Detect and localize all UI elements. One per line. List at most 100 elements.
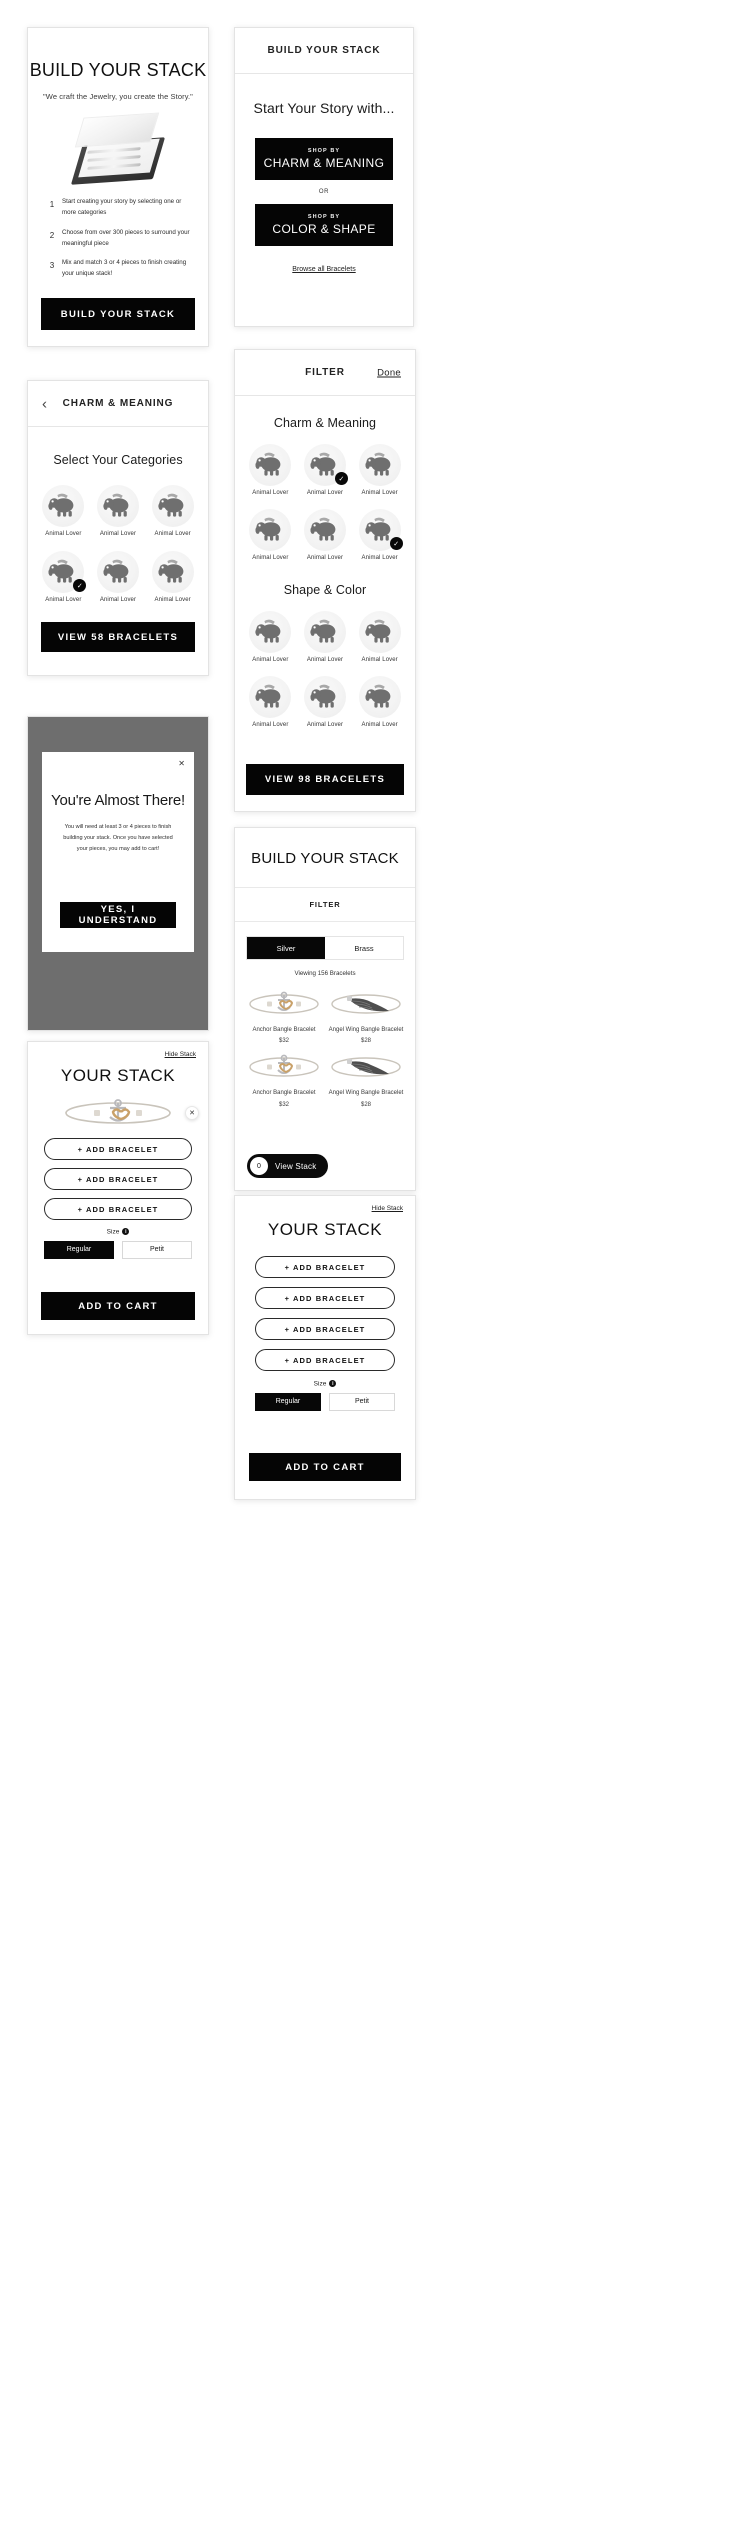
add-bracelet-button[interactable]: + ADD BRACELET xyxy=(255,1349,395,1371)
product-card[interactable]: Angel Wing Bangle Bracelet $28 xyxy=(325,1050,407,1108)
info-icon[interactable]: i xyxy=(329,1380,337,1387)
size-option-regular[interactable]: Regular xyxy=(255,1392,321,1411)
screen-modal-overlay: ✕ You're Almost There! You will need at … xyxy=(27,716,209,1031)
step-item: 1 Start creating your story by selecting… xyxy=(42,197,190,219)
anchor-bangle-image xyxy=(243,987,325,1021)
filter-item[interactable]: Animal Lover xyxy=(298,509,353,561)
size-selector: Regular Petit xyxy=(44,1240,192,1259)
elephant-charm-icon xyxy=(42,485,85,527)
screen-product-list: BUILD YOUR STACK FILTER Silver Brass Vie… xyxy=(234,827,416,1191)
yes-i-understand-button[interactable]: YES, I UNDERSTAND xyxy=(60,902,176,928)
category-item[interactable]: ✓ Animal Lover xyxy=(36,551,91,603)
filter-item[interactable]: Animal Lover xyxy=(243,444,298,496)
remove-bracelet-button[interactable]: ✕ xyxy=(185,1106,199,1120)
add-to-cart-button[interactable]: ADD TO CART xyxy=(249,1453,401,1481)
elephant-charm-icon: ✓ xyxy=(358,509,403,551)
header-title: FILTER xyxy=(305,367,345,378)
view-stack-button[interactable]: 0 View Stack xyxy=(247,1154,329,1178)
shop-by-color-label: COLOR & SHAPE xyxy=(272,222,376,236)
elephant-charm-icon xyxy=(249,444,292,486)
shop-by-color-button[interactable]: SHOP BY COLOR & SHAPE xyxy=(255,204,393,246)
info-icon[interactable]: i xyxy=(122,1228,130,1235)
category-item[interactable]: Animal Lover xyxy=(36,485,91,537)
add-bracelet-button[interactable]: + ADD BRACELET xyxy=(44,1138,192,1160)
add-bracelet-list: + ADD BRACELET + ADD BRACELET + ADD BRAC… xyxy=(255,1256,395,1371)
elephant-charm-icon xyxy=(249,676,292,718)
tab-silver[interactable]: Silver xyxy=(247,937,325,959)
view-bracelets-button[interactable]: VIEW 58 BRACELETS xyxy=(41,622,195,652)
build-your-stack-button[interactable]: BUILD YOUR STACK xyxy=(41,298,195,330)
elephant-charm-icon xyxy=(358,611,401,653)
filter-item[interactable]: Animal Lover xyxy=(243,611,298,663)
size-option-petit[interactable]: Petit xyxy=(329,1392,395,1411)
filter-item[interactable]: ✓ Animal Lover xyxy=(352,509,407,561)
elephant-charm-icon xyxy=(303,676,346,718)
filter-item[interactable]: Animal Lover xyxy=(298,676,353,728)
category-item[interactable]: Animal Lover xyxy=(145,551,200,603)
product-name: Anchor Bangle Bracelet xyxy=(252,1027,316,1033)
step-item: 3 Mix and match 3 or 4 pieces to finish … xyxy=(42,258,190,280)
step-text: Choose from over 300 pieces to surround … xyxy=(62,228,190,247)
stack-bracelet-row: ✕ xyxy=(28,1096,208,1130)
product-name: Angel Wing Bangle Bracelet xyxy=(328,1090,404,1097)
category-label: Animal Lover xyxy=(45,597,82,603)
step-number: 2 xyxy=(49,230,55,240)
category-item[interactable]: Animal Lover xyxy=(91,551,146,603)
elephant-charm-icon xyxy=(358,676,401,718)
shop-by-charm-button[interactable]: SHOP BY CHARM & MEANING xyxy=(255,138,393,180)
hide-stack-link[interactable]: Hide Stack xyxy=(372,1205,403,1212)
category-item[interactable]: Animal Lover xyxy=(91,485,146,537)
add-bracelet-button[interactable]: + ADD BRACELET xyxy=(44,1168,192,1190)
add-bracelet-button[interactable]: + ADD BRACELET xyxy=(255,1256,395,1278)
product-name: Anchor Bangle Bracelet xyxy=(252,1090,316,1097)
shop-by-label: SHOP BY xyxy=(307,148,341,154)
check-icon: ✓ xyxy=(334,472,348,485)
elephant-charm-icon xyxy=(151,551,194,593)
angel-wing-bangle-image xyxy=(325,1050,407,1084)
done-button[interactable]: Done xyxy=(377,367,401,378)
add-bracelet-button[interactable]: + ADD BRACELET xyxy=(255,1318,395,1340)
add-bracelet-button[interactable]: + ADD BRACELET xyxy=(44,1198,192,1220)
close-icon[interactable]: ✕ xyxy=(178,759,185,768)
view-bracelets-button[interactable]: VIEW 98 BRACELETS xyxy=(246,764,404,795)
filter-button[interactable]: FILTER xyxy=(235,887,415,922)
category-item[interactable]: Animal Lover xyxy=(145,485,200,537)
view-stack-label: View Stack xyxy=(275,1161,317,1171)
chevron-left-icon[interactable]: ‹ xyxy=(42,396,47,411)
mockup-canvas: BUILD YOUR STACK "We craft the Jewelry, … xyxy=(0,0,750,2532)
add-to-cart-button[interactable]: ADD TO CART xyxy=(41,1292,195,1320)
tab-brass[interactable]: Brass xyxy=(325,937,403,959)
filter-item[interactable]: Animal Lover xyxy=(352,611,407,663)
filter-item[interactable]: Animal Lover xyxy=(352,676,407,728)
check-icon: ✓ xyxy=(73,579,87,592)
screen-select-categories: ‹ CHARM & MEANING Select Your Categories… xyxy=(27,380,209,676)
size-label: Size i xyxy=(28,1228,208,1236)
size-selector: Regular Petit xyxy=(255,1392,395,1411)
filter-item[interactable]: Animal Lover xyxy=(298,611,353,663)
screen-intro: BUILD YOUR STACK "We craft the Jewelry, … xyxy=(27,27,209,347)
browse-all-bracelets-link[interactable]: Browse all Bracelets xyxy=(235,266,413,273)
filter-item[interactable]: Animal Lover xyxy=(243,676,298,728)
page-title: BUILD YOUR STACK xyxy=(251,850,399,867)
product-card[interactable]: Anchor Bangle Bracelet $32 xyxy=(243,987,325,1044)
box-lid xyxy=(74,112,160,148)
hide-stack-link[interactable]: Hide Stack xyxy=(165,1051,196,1058)
screen-your-stack-large: Hide Stack YOUR STACK + ADD BRACELET + A… xyxy=(234,1195,416,1500)
step-text: Start creating your story by selecting o… xyxy=(62,198,182,216)
size-option-regular[interactable]: Regular xyxy=(44,1240,114,1259)
filter-item[interactable]: ✓ Animal Lover xyxy=(298,444,353,496)
filter-section-shape-title: Shape & Color xyxy=(283,583,367,597)
or-divider: OR xyxy=(318,189,330,195)
add-bracelet-button[interactable]: + ADD BRACELET xyxy=(255,1287,395,1309)
size-option-petit[interactable]: Petit xyxy=(122,1240,192,1259)
size-text: Size xyxy=(313,1380,327,1388)
step-item: 2 Choose from over 300 pieces to surroun… xyxy=(42,228,190,250)
category-label: Animal Lover xyxy=(154,531,191,537)
product-card[interactable]: Anchor Bangle Bracelet $32 xyxy=(243,1050,325,1108)
product-card[interactable]: Angel Wing Bangle Bracelet $28 xyxy=(325,987,407,1044)
filter-item[interactable]: Animal Lover xyxy=(243,509,298,561)
elephant-charm-icon: ✓ xyxy=(303,444,348,486)
product-grid: Anchor Bangle Bracelet $32 Angel Wing Ba… xyxy=(243,987,407,1108)
filter-item[interactable]: Animal Lover xyxy=(352,444,407,496)
category-grid: Animal Lover Animal Lover Animal Lover ✓ xyxy=(36,485,200,603)
